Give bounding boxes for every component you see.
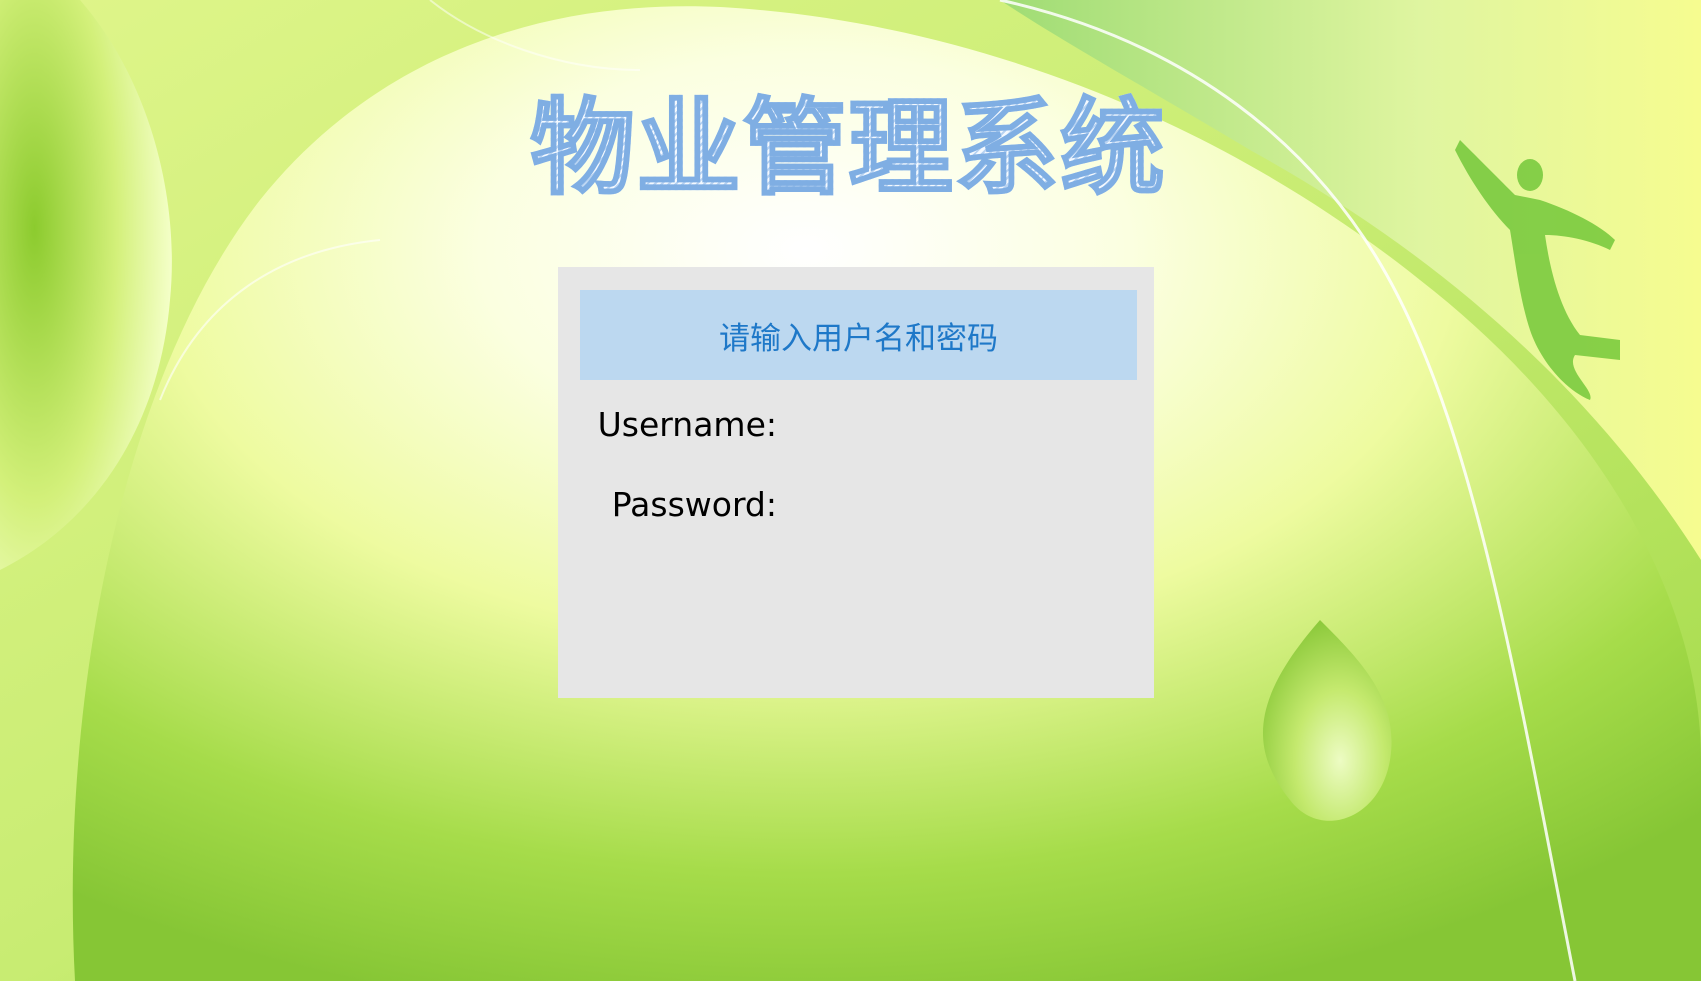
page-title: 物业管理系统 (0, 87, 1699, 210)
password-input[interactable] (790, 487, 1132, 527)
username-label: Username: (597, 405, 777, 444)
app-title: 物业管理系统 (529, 87, 1167, 210)
login-header: 请输入用户名和密码 (580, 290, 1137, 380)
username-input[interactable] (790, 407, 1132, 447)
password-label: Password: (611, 485, 777, 524)
login-panel: 请输入用户名和密码 Username: Password: (558, 267, 1154, 698)
